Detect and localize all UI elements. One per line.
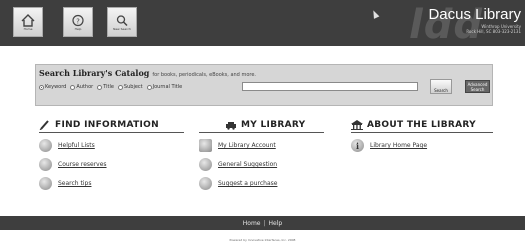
search-input[interactable] bbox=[242, 82, 418, 91]
my-library-heading: MY LIBRARY bbox=[199, 120, 324, 130]
mouse-cursor-icon bbox=[370, 9, 380, 19]
car-icon bbox=[226, 122, 236, 130]
my-library-title: MY LIBRARY bbox=[241, 120, 306, 130]
heading-divider bbox=[39, 132, 184, 133]
find-information-heading: FIND INFORMATION bbox=[39, 120, 184, 130]
search-button-label: Search bbox=[434, 88, 448, 93]
advanced-search-button[interactable]: Advanced Search bbox=[465, 80, 490, 93]
radio-title[interactable] bbox=[97, 84, 103, 90]
option-label-keyword: Keyword bbox=[45, 84, 67, 90]
reserves-icon bbox=[39, 158, 52, 171]
search-option-keyword[interactable]: Keyword bbox=[39, 84, 66, 90]
radio-author[interactable] bbox=[70, 84, 76, 90]
question-icon bbox=[39, 177, 52, 190]
link-label[interactable]: Helpful Lists bbox=[58, 142, 95, 149]
about-library-heading: ABOUT THE LIBRARY bbox=[351, 120, 493, 130]
footer-help-link[interactable]: Help bbox=[269, 220, 283, 227]
link-label[interactable]: General Suggestion bbox=[218, 161, 277, 168]
library-address: Winthrop University Rock Hill, SC 803-32… bbox=[466, 24, 521, 34]
search-button[interactable]: Search bbox=[430, 79, 452, 94]
link-my-library-account[interactable]: My Library Account bbox=[199, 139, 324, 152]
link-label[interactable]: Course reserves bbox=[58, 161, 107, 168]
about-library-title: ABOUT THE LIBRARY bbox=[367, 120, 476, 130]
help-button-label: Help bbox=[74, 26, 82, 31]
search-type-options: Keyword Author Title Subject Journal Tit… bbox=[39, 84, 182, 90]
search-heading: Search Library's Catalog bbox=[39, 68, 150, 78]
home-button-label: Home bbox=[23, 26, 33, 31]
home-icon bbox=[21, 13, 35, 27]
suggestion-icon bbox=[199, 158, 212, 171]
search-subtitle: for books, periodicals, eBooks, and more… bbox=[152, 72, 256, 78]
link-general-suggestion[interactable]: General Suggestion bbox=[199, 158, 324, 171]
search-option-subject[interactable]: Subject bbox=[117, 84, 143, 90]
about-library-column: ABOUT THE LIBRARY i Library Home Page bbox=[351, 120, 493, 152]
link-label[interactable]: Search tips bbox=[58, 180, 91, 187]
radio-journal-title[interactable] bbox=[146, 84, 152, 90]
info-icon: i bbox=[351, 139, 364, 152]
purchase-icon bbox=[199, 177, 212, 190]
help-icon: ? bbox=[72, 14, 84, 26]
option-label-journal-title: Journal Title bbox=[152, 84, 183, 90]
option-label-author: Author bbox=[76, 84, 94, 90]
radio-subject[interactable] bbox=[117, 84, 123, 90]
new-search-button-label: New Search bbox=[113, 26, 131, 31]
link-search-tips[interactable]: Search tips bbox=[39, 177, 184, 190]
option-label-subject: Subject bbox=[123, 84, 143, 90]
link-suggest-purchase[interactable]: Suggest a purchase bbox=[199, 177, 324, 190]
footer-separator: | bbox=[263, 219, 266, 227]
search-option-title[interactable]: Title bbox=[97, 84, 114, 90]
search-icon bbox=[116, 14, 128, 26]
search-option-journal-title[interactable]: Journal Title bbox=[146, 84, 183, 90]
new-search-button[interactable]: New Search bbox=[107, 7, 137, 37]
heading-divider bbox=[199, 132, 324, 133]
option-label-title: Title bbox=[103, 84, 114, 90]
radio-keyword[interactable] bbox=[39, 84, 44, 90]
home-button[interactable]: Home bbox=[13, 7, 43, 37]
footer-bar: Home | Help bbox=[0, 216, 525, 230]
svg-text:?: ? bbox=[76, 17, 80, 25]
find-information-column: FIND INFORMATION Helpful Lists Course re… bbox=[39, 120, 184, 190]
link-library-home-page[interactable]: i Library Home Page bbox=[351, 139, 493, 152]
search-title: Search Library's Catalog for books, perio… bbox=[39, 68, 256, 78]
account-icon bbox=[199, 139, 212, 152]
building-icon bbox=[351, 120, 363, 130]
search-option-author[interactable]: Author bbox=[70, 84, 93, 90]
link-helpful-lists[interactable]: Helpful Lists bbox=[39, 139, 184, 152]
link-label[interactable]: My Library Account bbox=[218, 142, 276, 149]
find-information-title: FIND INFORMATION bbox=[55, 120, 159, 130]
library-name: Dacus Library bbox=[428, 6, 521, 23]
link-label[interactable]: Suggest a purchase bbox=[218, 180, 277, 187]
link-label[interactable]: Library Home Page bbox=[370, 142, 427, 149]
pen-icon bbox=[39, 120, 49, 130]
header-bar: Home ? Help New Search ldd Dacus Library… bbox=[0, 0, 525, 48]
link-course-reserves[interactable]: Course reserves bbox=[39, 158, 184, 171]
list-icon bbox=[39, 139, 52, 152]
catalog-search-panel: Search Library's Catalog for books, perio… bbox=[35, 64, 493, 106]
heading-divider bbox=[351, 132, 493, 133]
help-button[interactable]: ? Help bbox=[63, 7, 93, 37]
powered-by-text: Powered by Innovative Interfaces, Inc. 2… bbox=[229, 238, 296, 242]
footer-home-link[interactable]: Home bbox=[243, 220, 261, 227]
my-library-column: MY LIBRARY My Library Account General Su… bbox=[199, 120, 324, 190]
